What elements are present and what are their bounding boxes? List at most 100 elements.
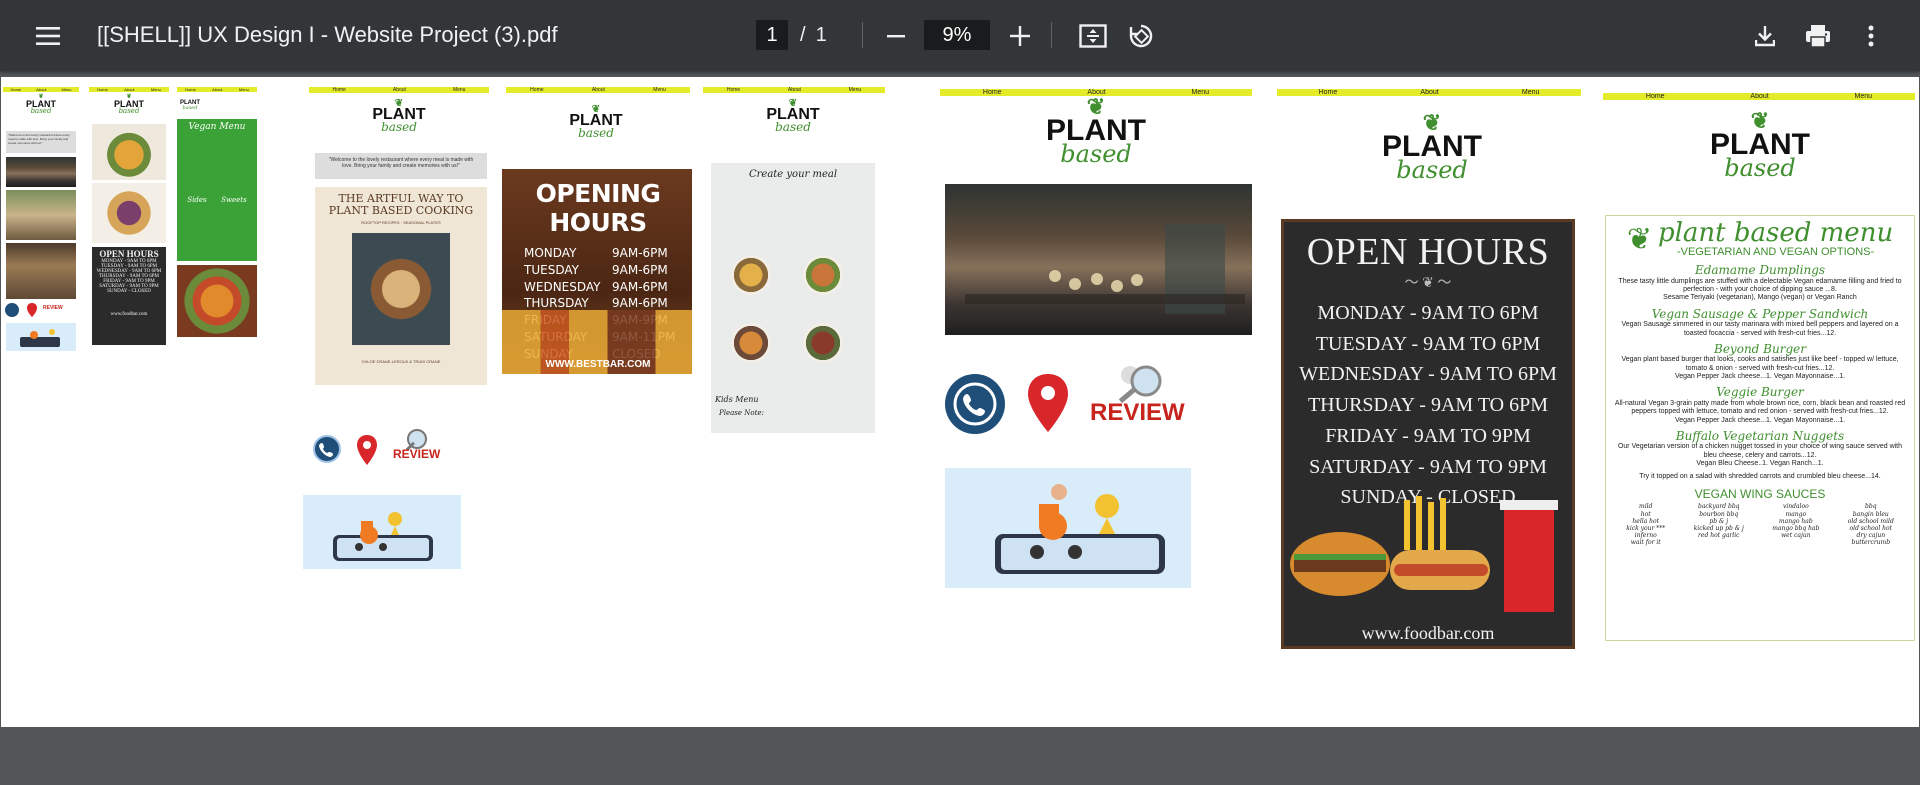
- mockup-menu-mobile-small: Home About Menu PLANT based Vegan Menu Side…: [177, 87, 257, 343]
- nav-about: About: [787, 87, 801, 93]
- nav-bar: Home About Menu: [1277, 89, 1581, 96]
- nav-home: Home: [726, 87, 741, 93]
- hours-day: WEDNESDAY: [524, 279, 601, 294]
- phone-icon[interactable]: [313, 435, 341, 463]
- nav-about: About: [36, 87, 47, 92]
- plant-based-logo: ❦ PLANT based: [372, 98, 426, 135]
- foodbar-url: www.foodbar.com: [1361, 623, 1495, 643]
- nav-menu: Menu: [452, 87, 466, 93]
- more-vertical-icon: [1868, 25, 1874, 47]
- phone-icon[interactable]: [945, 374, 1005, 434]
- menu-item-description: Try it topped on a salad with shredded c…: [1639, 472, 1881, 480]
- review-icon[interactable]: REVIEW: [393, 427, 463, 471]
- location-pin-icon[interactable]: [357, 435, 377, 465]
- plant-menu-subtitle: -VEGETARIAN AND VEGAN OPTIONS-: [1676, 246, 1875, 258]
- print-button[interactable]: [1798, 17, 1838, 55]
- hours-row: SATURDAY - 9AM TO 9PM: [1309, 455, 1547, 478]
- salad-photo: [92, 183, 166, 243]
- nav-about: About: [392, 87, 406, 93]
- nav-home: Home: [1318, 89, 1338, 96]
- hours-row: WEDNESDAY - 9AM TO 6PM: [1299, 363, 1557, 386]
- cookbook-photo: [352, 233, 450, 346]
- sauce-item: mango hab: [1778, 517, 1813, 525]
- menu-item: Try it topped on a salad with shredded c…: [1612, 473, 1908, 481]
- plant-based-logo: ❦ PLANT based: [1046, 94, 1146, 168]
- cookbook-title: THE ARTFUL WAY TO PLANT BASED COOKING: [328, 192, 474, 218]
- meal-photo: [803, 323, 843, 363]
- hours-row: MONDAY 9AM-6PM: [524, 245, 692, 262]
- leaf-icon: ❦: [1626, 222, 1652, 256]
- cafe-interior-photo: [945, 184, 1252, 335]
- nav-bar: Home About Menu: [309, 87, 489, 93]
- menu-item-description: Vegan Sausage simmered in our tasty mari…: [1621, 321, 1899, 337]
- zoom-in-button[interactable]: [1002, 18, 1038, 54]
- nav-about: About: [1750, 93, 1769, 100]
- page-number-input[interactable]: [756, 20, 788, 50]
- plant-based-logo: ❦ PLANT based: [1710, 108, 1810, 182]
- plant-based-logo: ❦ PLANT based: [569, 104, 623, 141]
- plant-based-logo: ❦ PLANT based: [26, 94, 56, 116]
- mockup-about-large: Home About Menu ❦ PLANT based OPEN HOURS ～ ❦…: [1277, 89, 1581, 649]
- sauce-item: inferno: [1634, 532, 1657, 540]
- more-options-button[interactable]: [1852, 17, 1890, 55]
- phone-icon: [5, 303, 19, 317]
- plant-menu-title: plant based menu: [1657, 218, 1894, 248]
- hours-time: 9AM-6PM: [612, 262, 668, 277]
- plant-based-logo: PLANT based: [180, 100, 200, 112]
- nachos-photo: [177, 265, 257, 337]
- menu-item-name: Beyond Burger: [1714, 341, 1806, 356]
- sauce-item: bbq: [1865, 503, 1877, 511]
- hours-day: MONDAY: [524, 246, 577, 260]
- zoom-level-input[interactable]: [924, 20, 990, 50]
- mockup-home-mobile-small: Home About Menu ❦ PLANT based "Welcome to th…: [3, 87, 79, 359]
- zoom-out-button[interactable]: [878, 18, 914, 54]
- create-meal-title: Create your meal: [748, 169, 838, 180]
- plant-based-logo: ❦ PLANT based: [114, 94, 144, 116]
- sauce-item: wet cajun: [1781, 532, 1811, 540]
- fit-to-page-button[interactable]: [1074, 17, 1112, 55]
- soup-photo: [92, 124, 166, 180]
- hours-footer: www.foodbar.com: [110, 312, 148, 317]
- menu-item: Buffalo Vegetarian Nuggets Our Vegetarian…: [1612, 429, 1908, 469]
- meal-photo: [803, 255, 843, 295]
- hours-time: 9AM-6PM: [612, 246, 668, 260]
- page-total: 1: [815, 23, 827, 46]
- nav-about: About: [124, 87, 135, 92]
- plant-based-logo: ❦ PLANT based: [1382, 110, 1482, 184]
- menu-item-extras: Vegan Pepper Jack cheese...1. Vegan Mayo…: [1674, 373, 1846, 381]
- location-pin-icon[interactable]: [1028, 374, 1068, 434]
- nav-bar: Home About Menu: [3, 87, 79, 92]
- nav-home: Home: [10, 87, 22, 92]
- sauce-item: red hot garlic: [1698, 532, 1740, 540]
- review-icon: REVIEW: [43, 305, 63, 311]
- sauce-item: hella hot: [1632, 517, 1660, 525]
- sauce-item: buttercrumb: [1851, 539, 1891, 547]
- pdf-viewer[interactable]: Home About Menu ❦ PLANT based "Welcome to th…: [0, 71, 1920, 785]
- review-icon[interactable]: REVIEW: [1090, 359, 1202, 445]
- nav-bar: Home About Menu: [1603, 93, 1915, 100]
- dining-room-photo: [6, 243, 76, 299]
- hamburger-menu-icon[interactable]: [30, 18, 66, 54]
- hours-row: MONDAY - 9AM TO 6PM: [1317, 302, 1539, 324]
- menu-items: Edamame Dumplings These tasty little dump…: [1612, 263, 1908, 481]
- cookbook-cover: THE ARTFUL WAY TO PLANT BASED COOKING RO…: [315, 187, 487, 385]
- sauce-column: vindaloo mango mango hab mango bbq hab wet c…: [1772, 503, 1819, 546]
- sauce-item: mango: [1785, 510, 1807, 518]
- sweets-heading: Sweets: [221, 196, 247, 204]
- create-meal-menu: Create your meal Kids Menu Please Note:: [711, 163, 875, 433]
- mockup-home-medium: Home About Menu ❦ PLANT based "Welcome to th…: [307, 87, 491, 487]
- nav-menu: Menu: [61, 87, 72, 92]
- menu-item-extras: Sesame Teriyaki (vegetarian), Mango (veg…: [1663, 294, 1857, 302]
- sauce-column: mild hot hella hot kick your *** inferno wait…: [1626, 503, 1665, 546]
- rotate-button[interactable]: [1122, 17, 1160, 55]
- open-hours-chalkboard: OPEN HOURS ～ ❦ ～ MONDAY - 9AM TO 6PM TUES…: [1281, 219, 1575, 649]
- hours-row: TUESDAY 9AM-6PM: [524, 262, 692, 279]
- nav-menu: Menu: [653, 87, 666, 93]
- download-button[interactable]: [1746, 17, 1784, 55]
- menu-item-name: Buffalo Vegetarian Nuggets: [1675, 429, 1845, 444]
- mockup-menu-large: Home About Menu ❦ PLANT based ❦ plant based …: [1603, 93, 1917, 649]
- nav-bar: Home About Menu: [177, 87, 257, 92]
- sauce-item: old school hot: [1849, 524, 1893, 532]
- menu-item-name: Veggie Burger: [1716, 385, 1804, 400]
- plant-based-menu-card: ❦ plant based menu -VEGETARIAN AND VEGAN…: [1605, 215, 1915, 641]
